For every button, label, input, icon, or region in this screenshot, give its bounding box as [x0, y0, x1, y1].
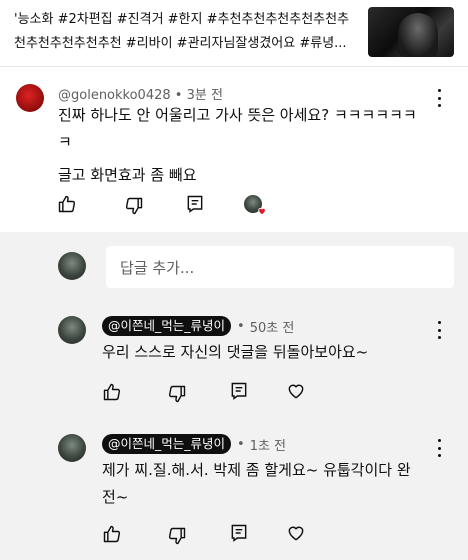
reply-text: 우리 스스로 자신의 댓글을 뒤돌아보아요~: [102, 339, 442, 366]
reply-time: 1초 전: [249, 438, 287, 454]
comment-text-line-3: 글고 화면효과 좀 빼요: [58, 166, 197, 184]
video-title-line-2: 천추천추천추천추천 #리바이 #관리자님잘생겼어요 #류녕...: [14, 36, 347, 51]
comment-text: 진짜 하나도 안 어울리고 가사 뜻은 아세요? ㅋㅋㅋㅋㅋㅋ ㅋ 글고 화면효…: [58, 102, 438, 189]
reply-button[interactable]: [185, 194, 205, 218]
meta-separator: •: [174, 88, 187, 103]
heart-button[interactable]: [286, 381, 306, 405]
thumbnail-figure: [398, 13, 438, 57]
like-button[interactable]: [102, 524, 122, 548]
dislike-button[interactable]: [167, 384, 187, 408]
video-title-line-1: '능소화 #2차편집 #진격거 #한지 #추천추천추천추천추천추: [14, 12, 350, 27]
reply-icon: [231, 524, 247, 542]
like-button[interactable]: [57, 194, 77, 218]
reply-text: 제가 찌.질.해.서. 박제 좀 할게요~ 유툽각이다 완 전~: [102, 457, 442, 511]
meta-separator: •: [237, 318, 245, 334]
reply-avatar[interactable]: [58, 434, 86, 462]
commenter-avatar[interactable]: [16, 84, 44, 112]
reply-author-chip[interactable]: @이쯘네_먹는_류녕이: [102, 434, 232, 454]
like-button[interactable]: [102, 382, 122, 406]
comment-text-line-1: 진짜 하나도 안 어울리고 가사 뜻은 아세요? ㅋㅋㅋㅋㅋㅋ: [58, 106, 417, 124]
reply-icon: [187, 195, 203, 213]
heart-button[interactable]: [286, 523, 306, 547]
add-reply-placeholder: 답글 추가...: [120, 259, 195, 277]
reply-button[interactable]: [229, 381, 249, 405]
reply-button[interactable]: [229, 523, 249, 547]
reply-text-line-1: 제가 찌.질.해.서. 박제 좀 할게요~ 유툽각이다 완: [102, 461, 411, 479]
video-thumbnail[interactable]: [368, 7, 454, 57]
add-reply-input[interactable]: 답글 추가...: [106, 246, 454, 288]
reply-author-chip[interactable]: @이쯘네_먹는_류녕이: [102, 316, 232, 336]
like-icon: [58, 195, 76, 213]
more-icon[interactable]: [433, 321, 445, 339]
reply-meta: @이쯘네_먹는_류녕이 • 1초 전: [102, 434, 286, 454]
dislike-button[interactable]: [167, 526, 187, 550]
reply-text-line-1: 우리 스스로 자신의 댓글을 뒤돌아보아요~: [102, 343, 369, 361]
like-icon: [103, 383, 121, 401]
heart-icon: [288, 384, 304, 399]
comment-meta: @golenokko0428 • 3분 전: [58, 84, 223, 103]
dislike-button[interactable]: [124, 196, 144, 220]
heart-icon: [288, 526, 304, 541]
heart-icon: [258, 207, 266, 216]
like-icon: [103, 525, 121, 543]
reply-text-line-2: 전~: [102, 488, 129, 506]
reply-time: 50초 전: [249, 320, 295, 336]
comment-author[interactable]: @golenokko0428: [58, 88, 171, 103]
dislike-icon: [125, 197, 143, 215]
dislike-icon: [168, 385, 186, 403]
meta-separator: •: [237, 436, 245, 452]
dislike-icon: [168, 527, 186, 545]
comment-time: 3분 전: [186, 88, 223, 103]
comment-text-line-2: ㅋ: [58, 133, 72, 151]
reply-meta: @이쯘네_먹는_류녕이 • 50초 전: [102, 316, 294, 336]
my-avatar: [58, 252, 86, 280]
divider: [0, 66, 468, 67]
more-icon[interactable]: [433, 439, 445, 457]
reply-avatar[interactable]: [58, 316, 86, 344]
reply-icon: [231, 382, 247, 400]
video-title[interactable]: '능소화 #2차편집 #진격거 #한지 #추천추천추천추천추천추 천추천추천추천…: [14, 8, 360, 56]
